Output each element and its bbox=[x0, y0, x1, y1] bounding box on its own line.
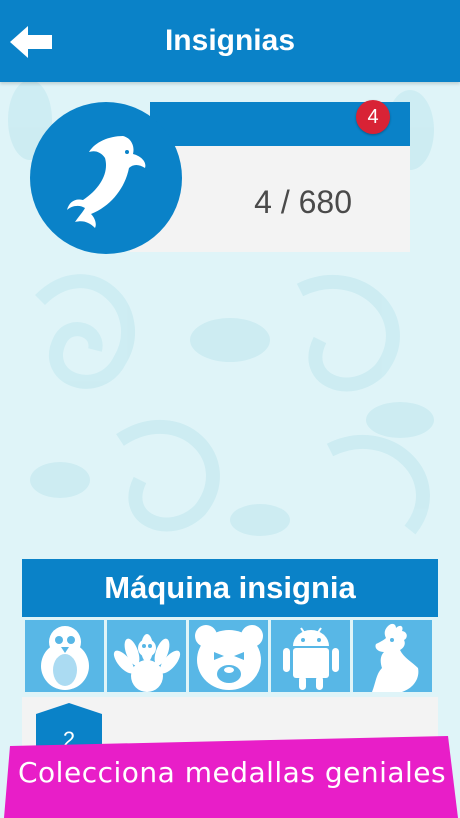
badge-machine[interactable]: Máquina insignia 2 bbox=[22, 559, 438, 753]
machine-title: Máquina insignia bbox=[22, 559, 438, 617]
turkey-icon bbox=[113, 634, 180, 692]
back-button[interactable] bbox=[8, 22, 54, 62]
badge-tile[interactable] bbox=[107, 620, 186, 692]
badge-tile[interactable] bbox=[189, 620, 268, 692]
badge-icon-row bbox=[25, 620, 438, 692]
badge-tile[interactable] bbox=[25, 620, 104, 692]
bear-icon bbox=[194, 625, 263, 690]
arrow-left-icon bbox=[10, 26, 52, 58]
penguin-icon bbox=[40, 626, 89, 690]
promo-banner[interactable]: Colecciona medallas geniales bbox=[0, 736, 460, 818]
notification-badge: 4 bbox=[356, 100, 390, 134]
badge-count: 4 / 680 bbox=[254, 184, 352, 220]
promo-text: Colecciona medallas geniales bbox=[18, 756, 447, 789]
badge-progress-card[interactable]: 4 / 680 4 bbox=[30, 100, 410, 254]
badge-circle bbox=[30, 102, 182, 254]
page-title: Insignias bbox=[164, 24, 296, 57]
rooster-icon bbox=[371, 623, 418, 692]
badge-tile[interactable] bbox=[353, 620, 432, 692]
badge-tile[interactable] bbox=[271, 620, 350, 692]
app-header: Insignias bbox=[0, 0, 460, 82]
android-icon bbox=[282, 627, 339, 690]
dolphin-icon bbox=[67, 136, 146, 228]
